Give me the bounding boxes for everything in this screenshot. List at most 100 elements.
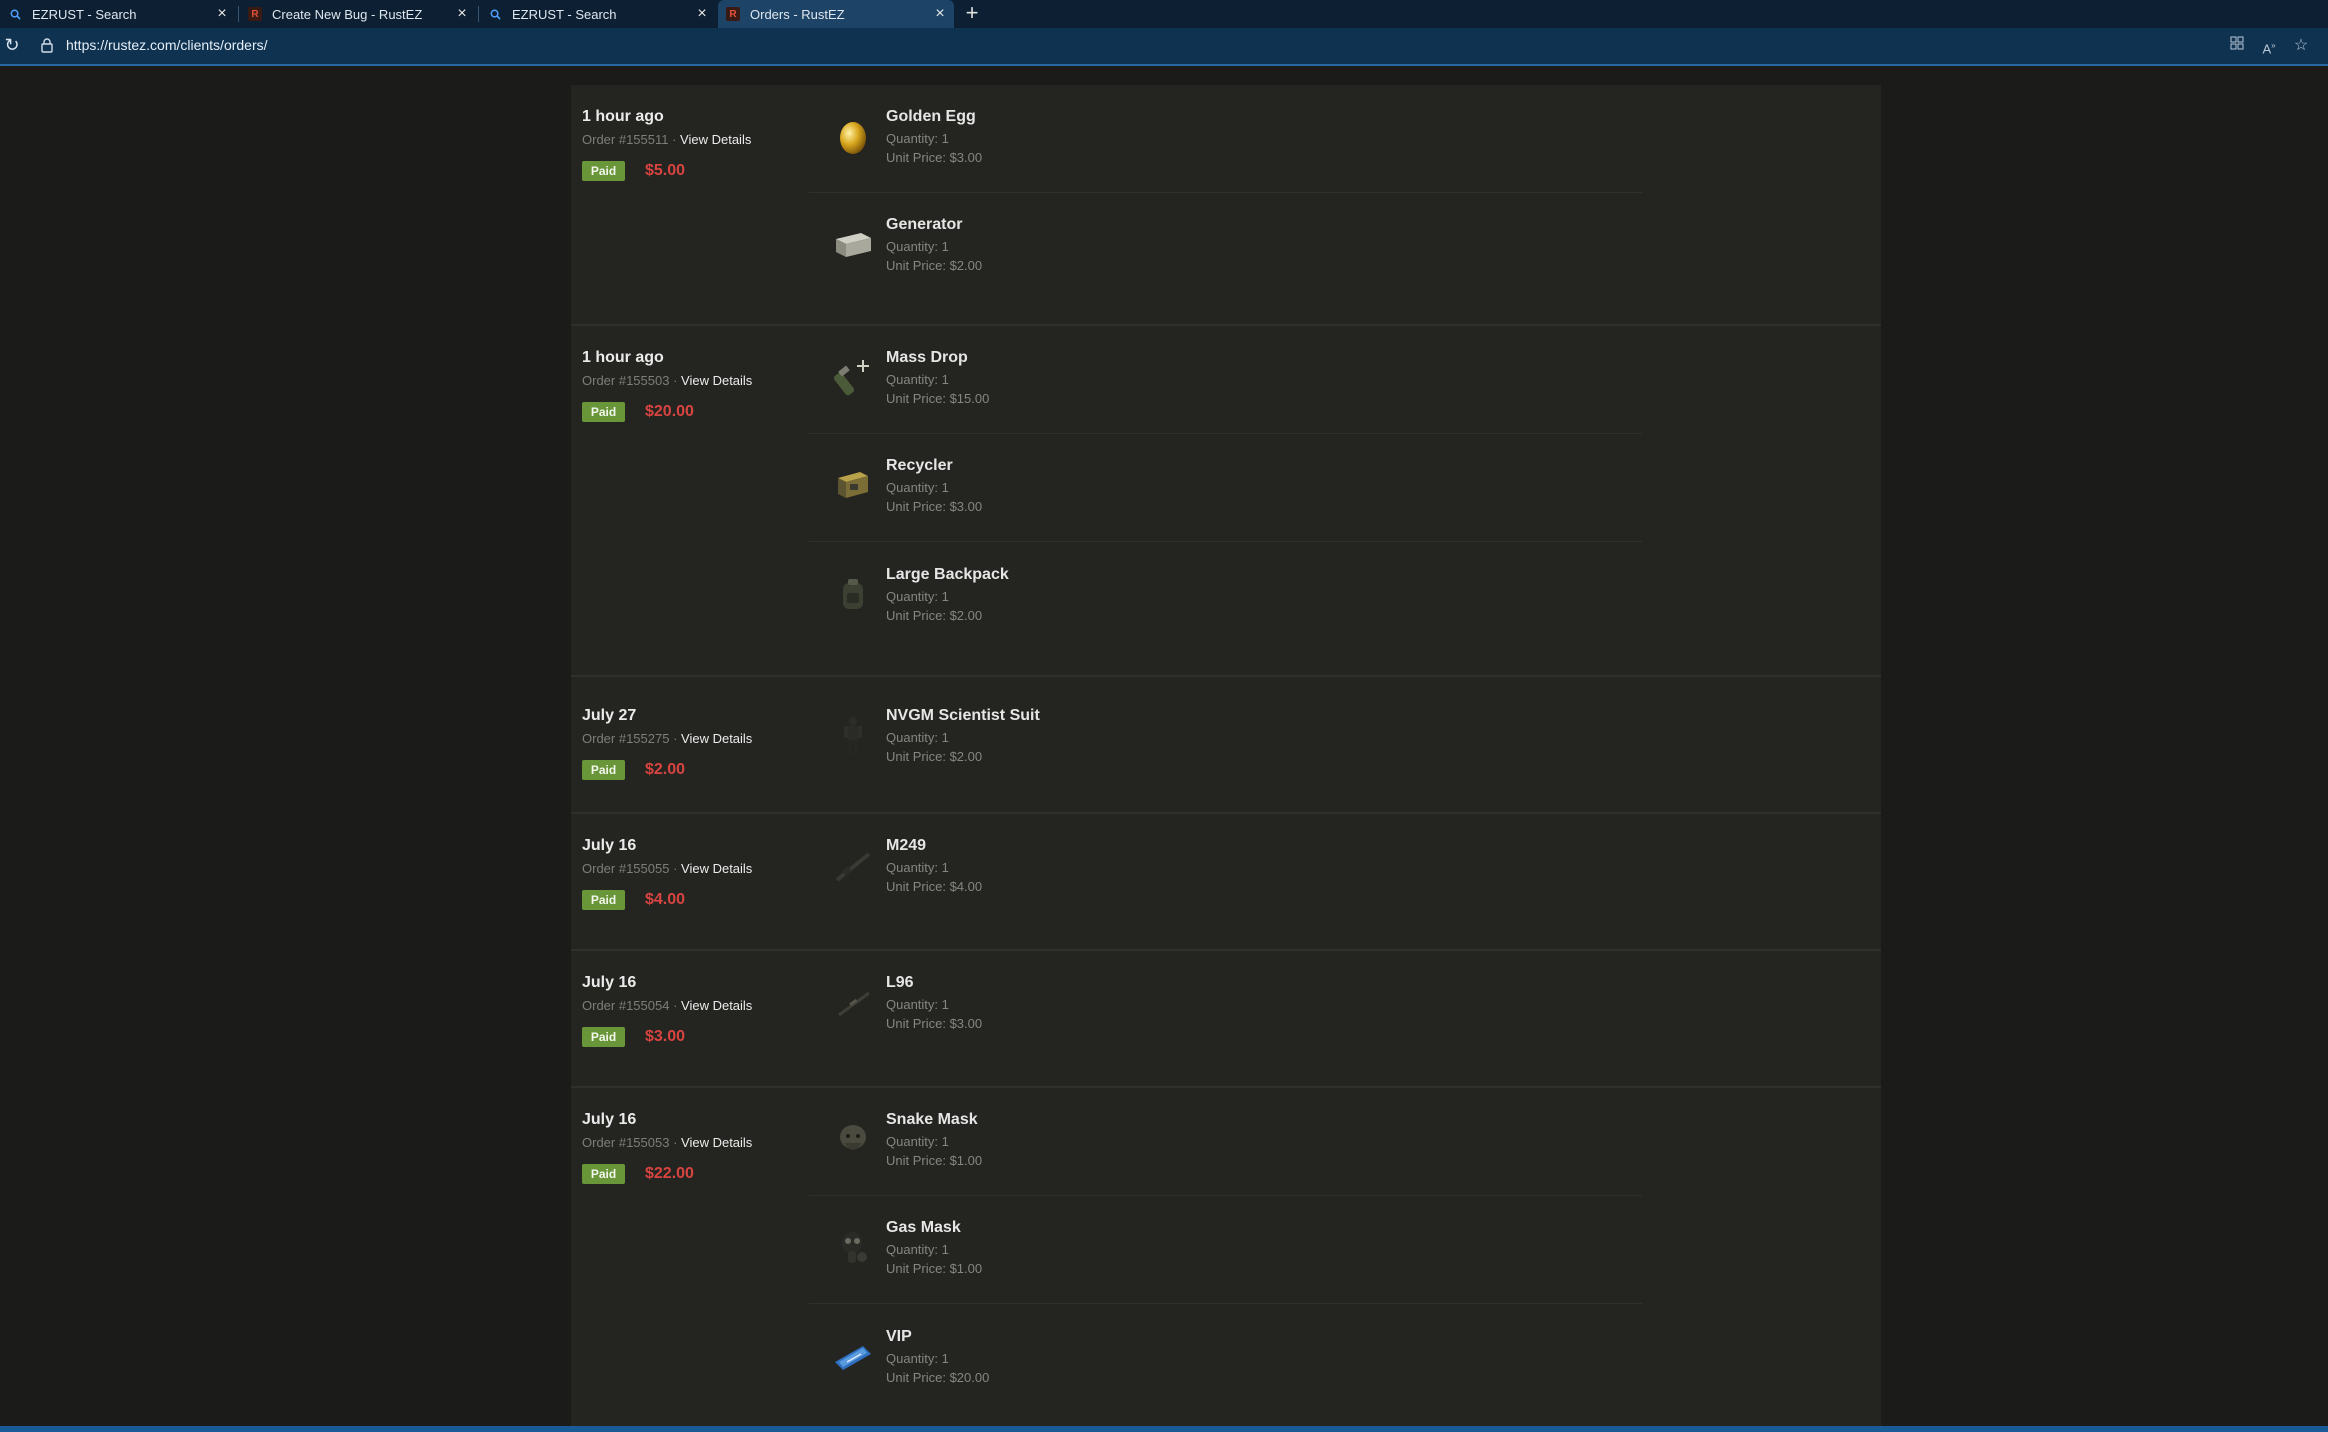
item-quantity: Quantity: 1 [886,239,949,254]
order-date: July 16 [582,1111,637,1128]
rustez-favicon-icon: R [248,7,262,21]
generator-icon [833,225,873,265]
order-status-row: Paid $4.00 [582,890,782,910]
order-number: Order #155275 · [582,731,682,746]
read-aloud-icon[interactable]: A» [2258,35,2280,57]
order-summary: July 16 Order #155055 · View Details Pai… [582,837,782,910]
window-bottom-border [0,1426,2328,1432]
machine-gun-icon [833,846,873,886]
search-icon [8,7,22,21]
item-name: VIP [886,1328,912,1345]
order-status-row: Paid $2.00 [582,760,782,780]
order-total: $20.00 [645,403,694,420]
status-badge: Paid [582,161,625,181]
order-meta: Order #155053 · View Details [582,1135,782,1150]
item-unit-price: Unit Price: $20.00 [886,1370,990,1385]
order-item: NVGM Scientist Suit Quantity: 1 Unit Pri… [809,684,1642,792]
close-icon[interactable]: × [692,5,712,23]
order-meta: Order #155275 · View Details [582,731,782,746]
tab-create-new-bug[interactable]: R Create New Bug - RustEZ × [240,0,476,28]
close-icon[interactable]: × [452,5,472,23]
item-name: Snake Mask [886,1111,978,1128]
view-details-link[interactable]: View Details [681,861,752,876]
new-tab-button[interactable]: + [960,0,984,28]
item-name: Golden Egg [886,108,976,125]
order-number: Order #155054 · [582,998,682,1013]
order-meta: Order #155511 · View Details [582,132,782,147]
order-item: Recycler Quantity: 1 Unit Price: $3.00 [809,434,1642,542]
order-status-row: Paid $20.00 [582,402,782,422]
favorite-star-icon[interactable]: ☆ [2290,35,2312,57]
order-item: Snake Mask Quantity: 1 Unit Price: $1.00 [809,1088,1642,1196]
order-item: L96 Quantity: 1 Unit Price: $3.00 [809,951,1642,1059]
view-details-link[interactable]: View Details [681,998,752,1013]
order-number: Order #155055 · [582,861,682,876]
tab-divider [478,6,479,22]
tab-bar: EZRUST - Search × R Create New Bug - Rus… [0,0,2328,28]
order-item: Golden Egg Quantity: 1 Unit Price: $3.00 [809,85,1642,193]
item-name: Large Backpack [886,566,1009,583]
view-details-link[interactable]: View Details [681,373,752,388]
item-unit-price: Unit Price: $15.00 [886,391,990,406]
gas-mask-icon [833,1228,873,1268]
status-badge: Paid [582,1164,625,1184]
backpack-icon [833,575,873,615]
item-unit-price: Unit Price: $1.00 [886,1261,983,1276]
grid-view-icon[interactable] [2226,35,2248,57]
item-quantity: Quantity: 1 [886,1134,949,1149]
view-details-link[interactable]: View Details [680,132,751,147]
view-details-link[interactable]: View Details [681,731,752,746]
item-name: Generator [886,216,963,233]
order-card: 1 hour ago Order #155503 · View Details … [571,326,1881,677]
close-icon[interactable]: × [930,5,950,23]
order-total: $4.00 [645,891,686,908]
tab-ezrust-search-1[interactable]: EZRUST - Search × [0,0,236,28]
order-card: July 16 Order #155053 · View Details Pai… [571,1088,1881,1432]
order-card: July 16 Order #155054 · View Details Pai… [571,951,1881,1088]
item-unit-price: Unit Price: $3.00 [886,150,983,165]
sniper-rifle-icon [833,983,873,1023]
lock-icon[interactable] [40,37,54,53]
order-status-row: Paid $3.00 [582,1027,782,1047]
order-summary: July 16 Order #155054 · View Details Pai… [582,974,782,1047]
tab-divider [238,6,239,22]
order-summary: 1 hour ago Order #155503 · View Details … [582,349,782,422]
order-meta: Order #155054 · View Details [582,998,782,1013]
item-name: Gas Mask [886,1219,961,1236]
tab-ezrust-search-2[interactable]: EZRUST - Search × [480,0,716,28]
item-unit-price: Unit Price: $3.00 [886,499,983,514]
tab-orders-rustez[interactable]: R Orders - RustEZ × [718,0,954,28]
item-name: L96 [886,974,914,991]
item-quantity: Quantity: 1 [886,1351,949,1366]
vip-ticket-icon [833,1337,873,1377]
item-quantity: Quantity: 1 [886,372,949,387]
item-name: Recycler [886,457,953,474]
view-details-link[interactable]: View Details [681,1135,752,1150]
status-badge: Paid [582,1027,625,1047]
tab-label: EZRUST - Search [512,6,617,22]
item-name: NVGM Scientist Suit [886,707,1040,724]
address-bar: ↻ https://rustez.com/clients/orders/ A» … [0,28,2328,66]
order-date: July 27 [582,707,637,724]
orders-panel: 1 hour ago Order #155511 · View Details … [571,85,1881,1432]
order-date: July 16 [582,837,637,854]
snake-mask-icon [833,1120,873,1160]
item-unit-price: Unit Price: $3.00 [886,1016,983,1031]
golden-egg-icon [833,117,873,157]
item-quantity: Quantity: 1 [886,860,949,875]
item-unit-price: Unit Price: $2.00 [886,608,983,623]
order-total: $5.00 [645,162,686,179]
status-badge: Paid [582,760,625,780]
order-item: Gas Mask Quantity: 1 Unit Price: $1.00 [809,1196,1642,1304]
url-field[interactable]: https://rustez.com/clients/orders/ [66,37,268,53]
order-date: 1 hour ago [582,349,664,366]
item-unit-price: Unit Price: $2.00 [886,749,983,764]
order-card: July 27 Order #155275 · View Details Pai… [571,677,1881,814]
reload-icon[interactable]: ↻ [2,34,22,56]
order-item: VIP Quantity: 1 Unit Price: $20.00 [809,1305,1642,1413]
order-item: Mass Drop Quantity: 1 Unit Price: $15.00 [809,326,1642,434]
order-card: 1 hour ago Order #155511 · View Details … [571,85,1881,326]
order-date: July 16 [582,974,637,991]
order-total: $2.00 [645,761,686,778]
close-icon[interactable]: × [212,5,232,23]
